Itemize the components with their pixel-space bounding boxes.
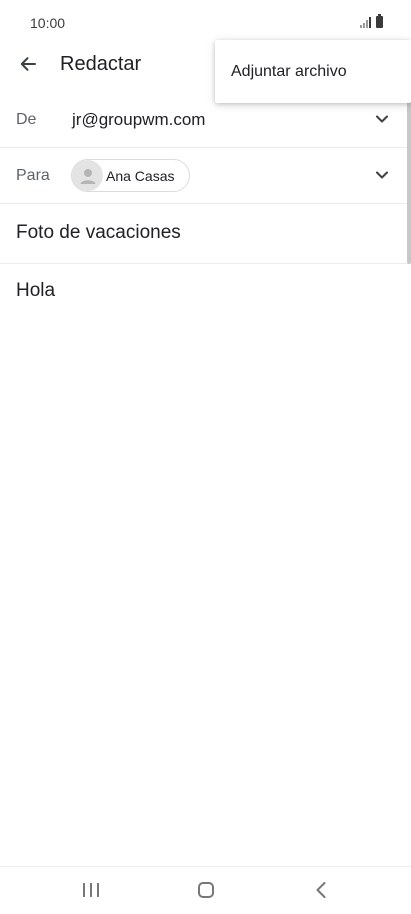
from-label: De — [16, 111, 37, 128]
chevron-left-icon — [316, 882, 326, 898]
to-dropdown-button[interactable] — [373, 166, 391, 184]
system-nav-bar — [0, 866, 411, 914]
page-title: Redactar — [60, 53, 142, 75]
to-label: Para — [16, 167, 50, 184]
status-time: 10:00 — [30, 15, 66, 31]
arrow-left-icon — [20, 57, 36, 71]
chevron-down-icon — [376, 115, 388, 123]
overflow-menu: Adjuntar archivo — [215, 40, 411, 103]
back-button[interactable] — [14, 50, 42, 78]
subject-row: Foto de vacaciones — [0, 204, 411, 264]
person-icon — [80, 168, 95, 184]
home-button[interactable] — [198, 882, 214, 898]
chevron-down-icon — [376, 171, 388, 179]
status-icons — [360, 14, 383, 28]
avatar — [72, 160, 103, 191]
recipient-name: Ana Casas — [106, 167, 175, 184]
from-dropdown-button[interactable] — [373, 110, 391, 128]
from-account[interactable]: jr@groupwm.com — [72, 110, 205, 130]
subject-field[interactable]: Foto de vacaciones — [16, 222, 181, 244]
message-body[interactable]: Hola — [16, 280, 55, 302]
to-row: Para Ana Casas — [0, 148, 411, 204]
menu-item-attach-file[interactable]: Adjuntar archivo — [215, 40, 411, 103]
signal-icon — [360, 16, 371, 28]
recents-icon — [83, 883, 85, 897]
status-bar: 10:00 — [0, 0, 411, 44]
recents-button[interactable] — [83, 882, 99, 898]
system-back-button[interactable] — [312, 880, 330, 900]
recipient-chip[interactable]: Ana Casas — [71, 159, 190, 192]
scrollbar[interactable] — [407, 88, 411, 264]
battery-icon — [376, 14, 383, 28]
